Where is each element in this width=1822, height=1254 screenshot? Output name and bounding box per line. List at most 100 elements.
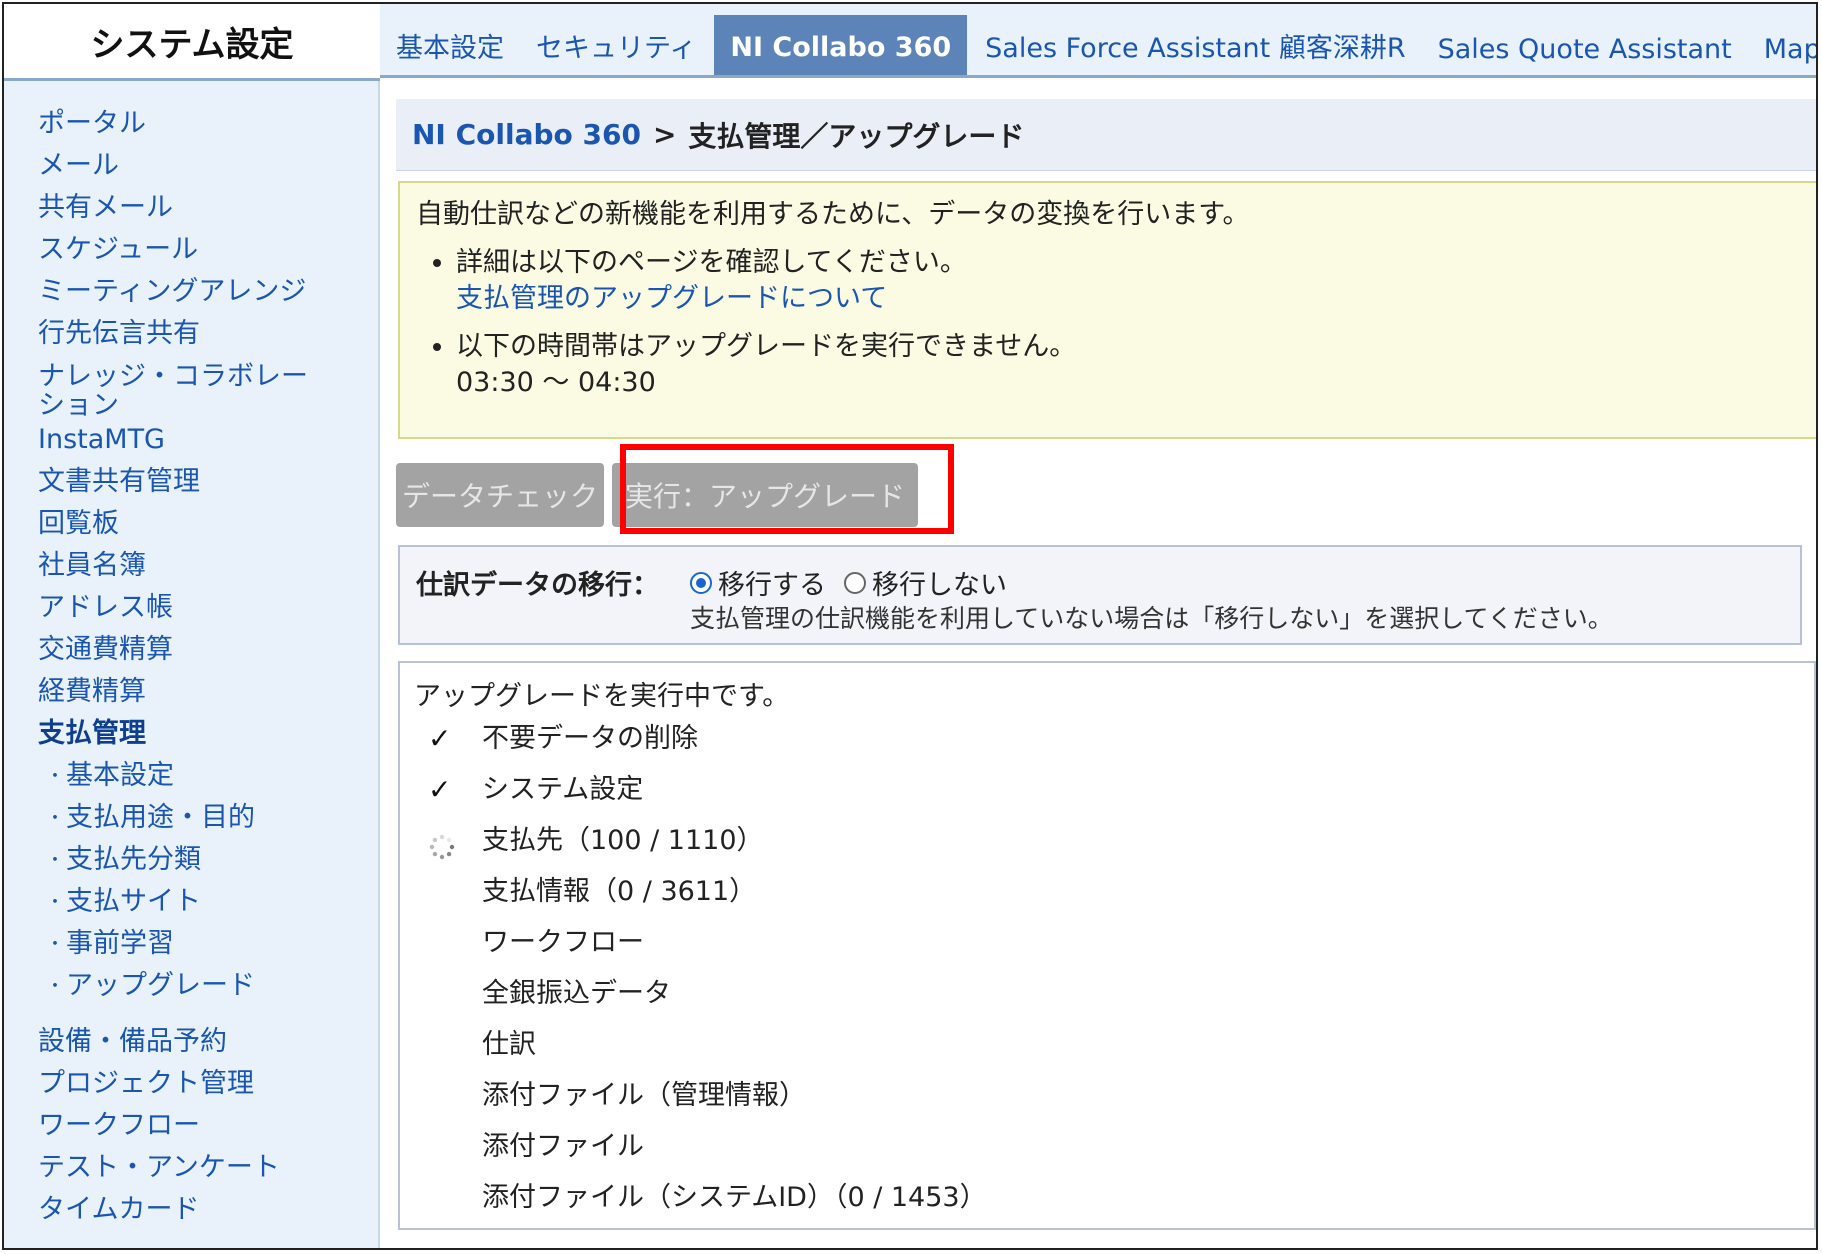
sidebar-item-employee-directory[interactable]: 社員名簿	[4, 548, 324, 590]
bullet: ・	[46, 975, 64, 997]
check-icon: ✓	[428, 722, 452, 755]
sidebar-item-workflow[interactable]: ワークフロー	[4, 1108, 324, 1150]
sidebar-subitem-label: 支払用途・目的	[66, 802, 255, 833]
sidebar-subitem-pre-learning[interactable]: ・事前学習	[4, 926, 378, 968]
upgrade-step: 添付ファイル（システムID）（0 / 1453）	[414, 1180, 1800, 1231]
notice-item-details: 詳細は以下のページを確認してください。 支払管理のアップグレードについて	[456, 245, 1802, 317]
option-migrate-label[interactable]: 移行する	[718, 563, 826, 602]
sidebar-item-instamtg[interactable]: InstaMTG	[4, 422, 324, 464]
sidebar-item-expense[interactable]: 経費精算	[4, 674, 324, 716]
bullet: ・	[46, 807, 64, 829]
bullet: ・	[46, 933, 64, 955]
execute-upgrade-button[interactable]: 実行：アップグレード	[612, 463, 918, 527]
sidebar-item-travel-expense[interactable]: 交通費精算	[4, 632, 324, 674]
top-tab-bar: 基本設定 セキュリティ NI Collabo 360 Sales Force A…	[380, 4, 1816, 78]
breadcrumb-separator: >	[652, 118, 677, 151]
upgrade-step: ✓ システム設定	[414, 772, 1800, 823]
option-no-migrate[interactable]: 移行しない	[844, 563, 1007, 602]
sidebar-item-document-sharing[interactable]: 文書共有管理	[4, 464, 324, 506]
upgrade-step: ✓ 不要データの削除	[414, 721, 1800, 772]
journal-migration-options: 移行する 移行しない	[690, 563, 1025, 602]
sidebar-item-whereabouts[interactable]: 行先伝言共有	[4, 316, 324, 358]
notice-box: 自動仕訳などの新機能を利用するために、データの変換を行います。 詳細は以下のペー…	[398, 181, 1816, 439]
journal-migration-note: 支払管理の仕訳機能を利用していない場合は「移行しない」を選択してください。	[690, 604, 1613, 633]
sidebar-item-timecard[interactable]: タイムカード	[4, 1192, 324, 1234]
tab-basic-settings[interactable]: 基本設定	[380, 26, 520, 75]
tab-sales-force-assistant[interactable]: Sales Force Assistant 顧客深耕R	[969, 26, 1421, 75]
sidebar-item-mail[interactable]: メール	[4, 148, 324, 190]
sidebar-item-project-management[interactable]: プロジェクト管理	[4, 1066, 324, 1108]
tab-security[interactable]: セキュリティ	[520, 26, 712, 75]
breadcrumb: NI Collabo 360 > 支払管理／アップグレード	[396, 99, 1816, 171]
upgrade-step: ワークフロー	[414, 925, 1800, 976]
loading-spinner-icon	[429, 834, 455, 860]
upgrade-step-label: 全銀振込データ	[482, 978, 671, 1009]
main-content: NI Collabo 360 > 支払管理／アップグレード 自動仕訳などの新機能…	[380, 81, 1816, 1248]
tab-mapscope[interactable]: MapSc	[1748, 34, 1816, 75]
sidebar-subitem-label: 基本設定	[66, 760, 174, 791]
sidebar-item-knowledge-collaboration[interactable]: ナレッジ・コラボレーション	[4, 358, 324, 422]
bullet: ・	[46, 891, 64, 913]
sidebar-subitem-payment-purpose[interactable]: ・支払用途・目的	[4, 800, 378, 842]
sidebar-subitem-payment-site[interactable]: ・支払サイト	[4, 884, 378, 926]
upgrade-status-text: アップグレードを実行中です。	[414, 681, 790, 712]
notice-time-text: 以下の時間帯はアップグレードを実行できません。	[456, 331, 1077, 362]
sidebar-subitem-basic-settings[interactable]: ・基本設定	[4, 758, 378, 800]
sidebar-subitem-label: アップグレード	[66, 970, 255, 1001]
sidebar-item-schedule[interactable]: スケジュール	[4, 232, 324, 274]
upgrade-step-label: システム設定	[482, 774, 644, 805]
option-no-migrate-label[interactable]: 移行しない	[872, 563, 1007, 602]
radio-migrate[interactable]	[690, 571, 712, 594]
upgrade-step: 添付ファイル（管理情報）	[414, 1078, 1800, 1129]
upgrade-step-label: 仕訳	[482, 1029, 536, 1060]
sidebar-item-circular[interactable]: 回覧板	[4, 506, 324, 548]
sidebar-item-facility-booking[interactable]: 設備・備品予約	[4, 1024, 324, 1066]
notice-list: 詳細は以下のページを確認してください。 支払管理のアップグレードについて 以下の…	[416, 245, 1802, 401]
app-window: システム設定 基本設定 セキュリティ NI Collabo 360 Sales …	[2, 2, 1818, 1250]
notice-details-text: 詳細は以下のページを確認してください。	[456, 247, 967, 278]
upgrade-step-label: 不要データの削除	[482, 723, 698, 754]
sidebar-item-payment-management[interactable]: 支払管理	[4, 716, 324, 758]
upgrade-step-label: 支払情報（0 / 3611）	[482, 876, 757, 907]
upgrade-step-label: ワークフロー	[482, 927, 644, 958]
journal-migration-label: 仕訳データの移行：	[416, 570, 659, 601]
sidebar-subitem-payee-category[interactable]: ・支払先分類	[4, 842, 378, 884]
upgrade-progress-panel: アップグレードを実行中です。 ✓ 不要データの削除 ✓ システム設定支払先（100 /…	[398, 661, 1816, 1230]
upgrade-step: 添付ファイル	[414, 1129, 1800, 1180]
sidebar-subitem-label: 事前学習	[66, 928, 174, 959]
notice-lead: 自動仕訳などの新機能を利用するために、データの変換を行います。	[416, 199, 1250, 230]
sidebar-item-portal[interactable]: ポータル	[4, 106, 324, 148]
upgrade-step: 全銀振込データ	[414, 976, 1800, 1027]
sidebar-item-test-survey[interactable]: テスト・アンケート	[4, 1150, 324, 1192]
upgrade-step-label: 添付ファイル	[482, 1131, 644, 1162]
sidebar-subitem-label: 支払サイト	[66, 886, 201, 917]
radio-no-migrate[interactable]	[844, 571, 866, 594]
sidebar-item-address-book[interactable]: アドレス帳	[4, 590, 324, 632]
upgrade-step-label: 支払先（100 / 1110）	[482, 825, 764, 856]
check-icon: ✓	[428, 773, 452, 806]
tab-sales-quote-assistant[interactable]: Sales Quote Assistant	[1422, 34, 1748, 75]
notice-item-time: 以下の時間帯はアップグレードを実行できません。 03:30 ～ 04:30	[456, 329, 1802, 401]
page-title: 支払管理／アップグレード	[688, 119, 1025, 153]
sidebar-subitem-label: 支払先分類	[66, 844, 201, 875]
sidebar: ポータル メール 共有メール スケジュール ミーティングアレンジ 行先伝言共有 …	[4, 81, 380, 1248]
upgrade-step: 支払先（100 / 1110）	[414, 823, 1800, 874]
option-migrate[interactable]: 移行する	[690, 563, 826, 602]
bullet: ・	[46, 849, 64, 871]
data-check-button[interactable]: データチェック	[396, 463, 604, 527]
sidebar-subitem-upgrade[interactable]: ・アップグレード	[4, 968, 378, 1010]
bullet: ・	[46, 765, 64, 787]
upgrade-step-label: 添付ファイル（システムID）（0 / 1453）	[482, 1182, 987, 1213]
upgrade-step: 支払情報（0 / 3611）	[414, 874, 1800, 925]
upgrade-step-label: 添付ファイル（管理情報）	[482, 1080, 806, 1111]
notice-time-range: 03:30 ～ 04:30	[456, 367, 656, 398]
sidebar-item-shared-mail[interactable]: 共有メール	[4, 190, 324, 232]
upgrade-info-link[interactable]: 支払管理のアップグレードについて	[456, 283, 887, 314]
app-title: システム設定	[4, 4, 380, 81]
breadcrumb-root-link[interactable]: NI Collabo 360	[412, 118, 641, 151]
sidebar-item-meeting-arrange[interactable]: ミーティングアレンジ	[4, 274, 324, 316]
upgrade-step: 仕訳	[414, 1027, 1800, 1078]
journal-migration-panel: 仕訳データの移行： 移行する 移行しない 支払管理の仕訳機能を利用していない場合…	[398, 545, 1802, 645]
tab-ni-collabo-360[interactable]: NI Collabo 360	[714, 15, 968, 75]
